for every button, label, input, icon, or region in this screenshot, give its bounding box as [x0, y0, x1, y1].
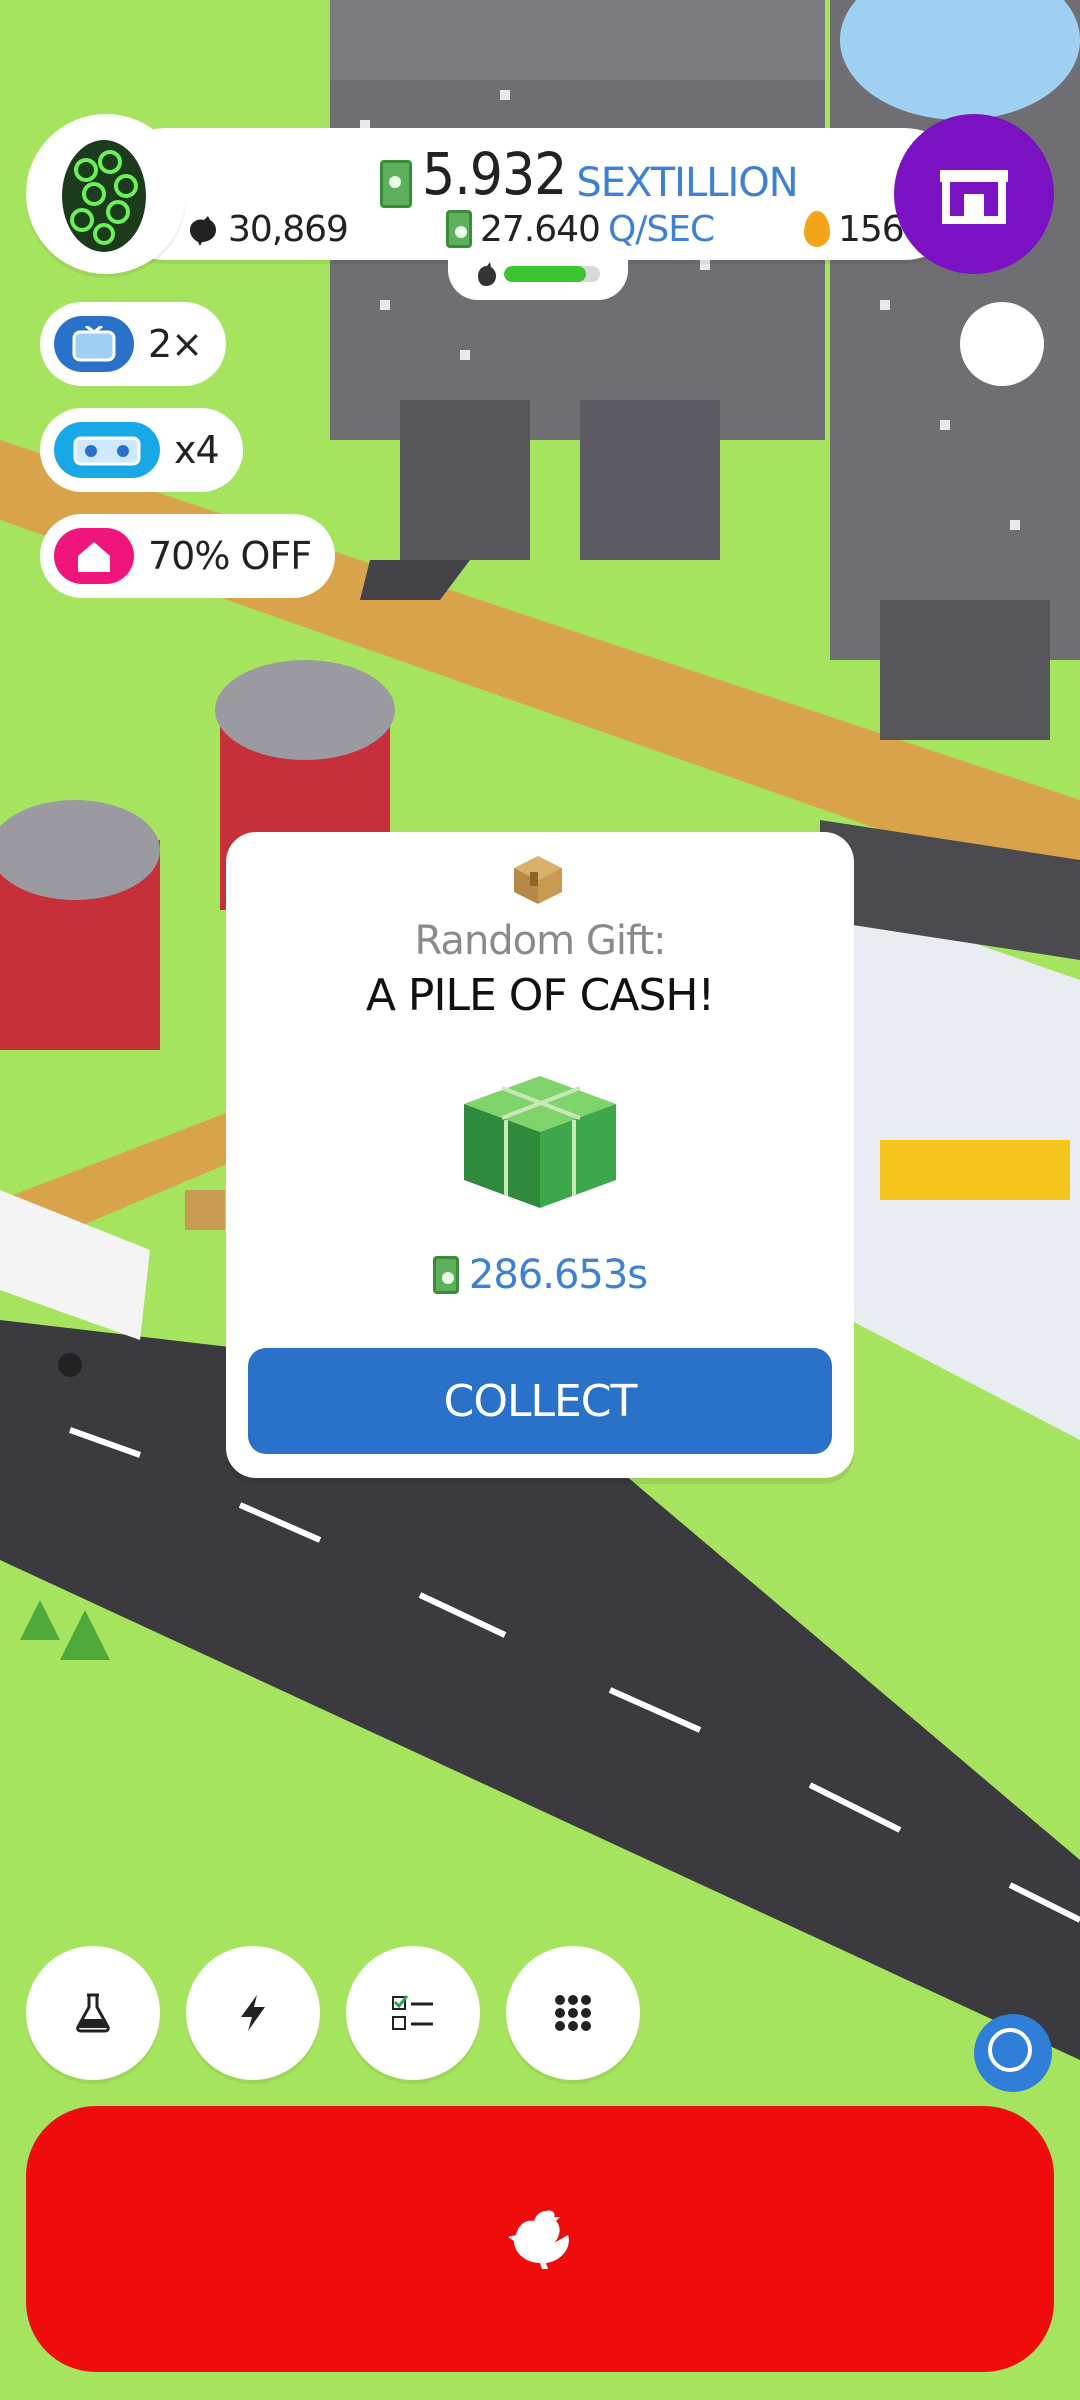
cash-icon: [380, 160, 412, 208]
flask-icon: [76, 1993, 110, 2033]
collect-button[interactable]: COLLECT: [248, 1348, 832, 1454]
progress-fill: [504, 266, 586, 282]
cash-pile-icon: [464, 1076, 616, 1208]
egg-avatar-button[interactable]: [26, 114, 186, 274]
rate-unit: Q/SEC: [607, 208, 715, 250]
reward-value: 286.653s: [468, 1252, 648, 1298]
reward-row: 286.653s: [226, 1252, 854, 1298]
video-doubler-label: 2×: [148, 322, 203, 366]
assistant-button[interactable]: [974, 2014, 1052, 2092]
chicken-count: 30,869: [186, 206, 349, 252]
grid-menu-icon: [555, 1995, 591, 2031]
shop-icon: [940, 170, 1008, 224]
chicken-count-value: 30,869: [228, 208, 349, 250]
drone-bonus-chip[interactable]: x4: [40, 408, 243, 492]
cash-icon: [446, 210, 472, 248]
chick-icon: [478, 262, 496, 286]
money-unit: SEXTILLION: [576, 160, 798, 206]
video-doubler-chip[interactable]: 2×: [40, 302, 227, 386]
sale-label: 70% OFF: [148, 534, 312, 578]
rate-value: 27.640: [480, 208, 601, 250]
home-sale-icon: [54, 528, 134, 584]
tv-video-ad-icon: [54, 316, 134, 372]
money-row: 5.932 SEXTILLION: [380, 138, 799, 208]
notification-bubble[interactable]: [960, 302, 1044, 386]
chicken-icon: [508, 2210, 569, 2269]
money-value: 5.932: [422, 140, 567, 208]
gift-title: Random Gift:: [414, 918, 667, 964]
checklist-icon: [392, 1995, 433, 2030]
chicken-icon: [190, 216, 216, 246]
hatchery-progress: [448, 256, 628, 300]
gift-box-icon: [514, 856, 562, 904]
missions-button[interactable]: [346, 1946, 480, 2080]
shop-button[interactable]: [894, 114, 1054, 274]
earning-rate: 27.640 Q/SEC: [446, 206, 715, 252]
gift-name: A PILE OF CASH!: [365, 970, 715, 1021]
lightning-icon: [241, 1995, 265, 2031]
dilithium-egg-icon: [62, 140, 146, 252]
random-gift-dialog: Random Gift: A PILE OF CASH! 286.653s CO…: [226, 832, 854, 1478]
sale-chip[interactable]: 70% OFF: [40, 514, 336, 598]
cash-icon: [432, 1256, 459, 1294]
research-button[interactable]: [26, 1946, 160, 2080]
menu-button[interactable]: [506, 1946, 640, 2080]
drone-bonus-label: x4: [174, 428, 220, 472]
drone-bonus-icon: [54, 422, 160, 478]
golden-egg-value: 156: [838, 208, 905, 250]
golden-egg-count: 156: [804, 206, 905, 252]
boost-button[interactable]: [186, 1946, 320, 2080]
hatch-chicken-button[interactable]: [26, 2106, 1054, 2372]
progress-track: [504, 266, 600, 282]
golden-egg-icon: [804, 211, 830, 247]
